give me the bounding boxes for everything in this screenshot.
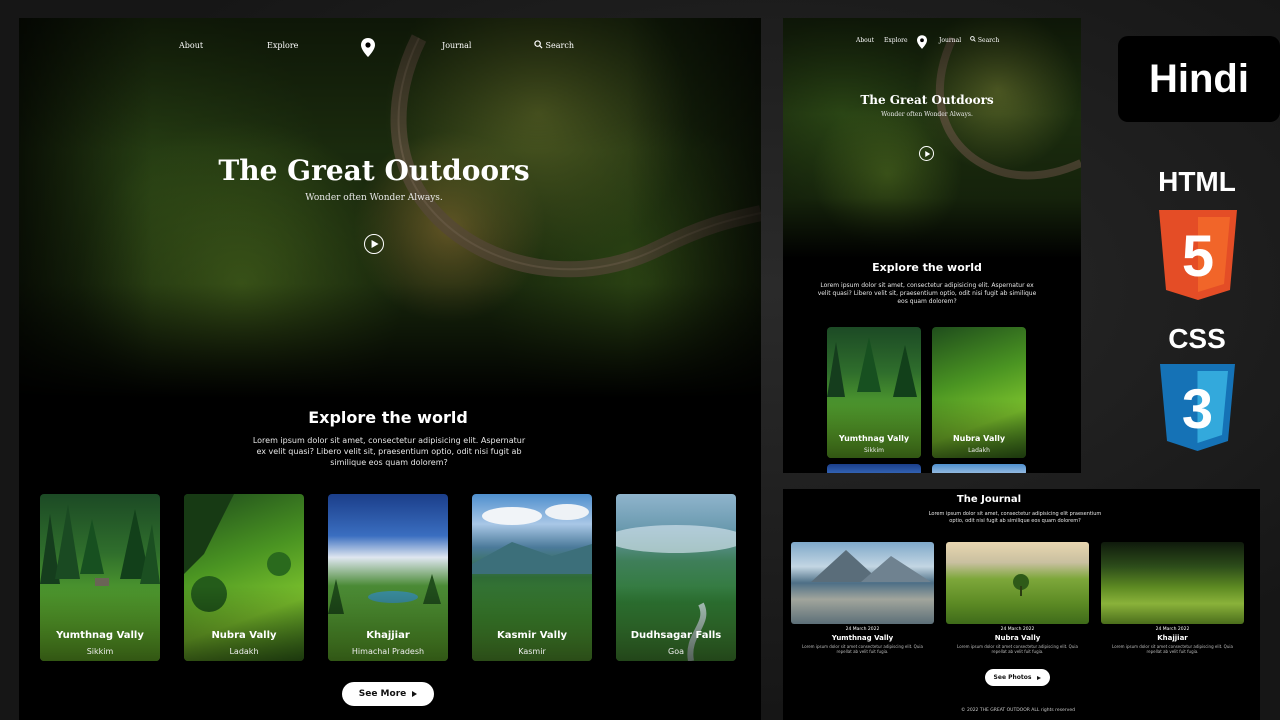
journal-image-lake-mountains[interactable]: [791, 542, 934, 624]
search-icon: [534, 40, 543, 49]
see-photos-button[interactable]: See Photos: [985, 669, 1050, 686]
see-more-label: See More: [358, 689, 407, 699]
card-location: Ladakh: [968, 447, 990, 454]
hero-title: The Great Outdoors: [860, 93, 994, 107]
footer-copyright: © 2022 THE GREAT OUTDOOR ALL rights rese…: [961, 708, 1075, 713]
destination-card[interactable]: Yumthnag Vally Sikkim: [40, 494, 160, 661]
hero-title: The Great Outdoors: [218, 154, 530, 187]
journal-preview: The Journal Lorem ipsum dolor sit amet, …: [783, 489, 1260, 720]
nav-journal-link[interactable]: Journal: [442, 41, 471, 50]
journal-title: Nubra Vally: [994, 634, 1041, 642]
arrow-right-icon: [1037, 675, 1042, 680]
nav-about-link[interactable]: About: [856, 37, 874, 44]
lake-mountains-image: [811, 550, 931, 582]
destination-card[interactable]: [932, 464, 1026, 473]
nav-about-link[interactable]: About: [179, 41, 203, 50]
see-photos-label: See Photos: [993, 674, 1032, 681]
html-label: HTML: [1158, 166, 1236, 197]
html5-number: 5: [1182, 224, 1214, 289]
journal-image-rolling-meadow[interactable]: [1101, 542, 1244, 624]
card-location: Kasmir: [518, 647, 546, 656]
tree-hill-image: [1013, 574, 1029, 596]
nav-search-label: Search: [545, 41, 574, 50]
desktop-navbar: About Explore Journal Search: [19, 18, 761, 78]
card-title: Kasmir Vally: [496, 630, 568, 641]
nav-explore-link[interactable]: Explore: [267, 41, 298, 50]
card-title: Yumthnag Vally: [838, 434, 910, 443]
card-title: Nubra Vally: [952, 434, 1006, 443]
nav-explore-link[interactable]: Explore: [884, 37, 908, 44]
language-label: Hindi: [1149, 56, 1249, 101]
location-pin-logo-icon[interactable]: [361, 38, 375, 57]
card-location: Ladakh: [229, 647, 259, 656]
css3-number: 3: [1182, 377, 1213, 440]
nav-search-link[interactable]: Search: [970, 36, 999, 44]
mobile-preview: About Explore Journal Search The Great O…: [783, 18, 1081, 473]
location-pin-logo-icon[interactable]: [917, 35, 927, 49]
html5-shield-icon: 5: [1159, 210, 1237, 300]
css-label: CSS: [1168, 323, 1226, 354]
destination-card[interactable]: [827, 464, 921, 473]
journal-desc: Lorem ipsum dolor sit amet consectetur a…: [802, 644, 923, 655]
destination-card[interactable]: Dudhsagar Falls Goa: [616, 494, 736, 661]
hero-subtitle: Wonder often Wonder Always.: [881, 111, 973, 118]
explore-section-text: Lorem ipsum dolor sit amet, consectetur …: [252, 436, 526, 467]
nav-search-label: Search: [977, 37, 1000, 44]
destination-card[interactable]: Nubra Vally Ladakh: [184, 494, 304, 661]
destination-card[interactable]: Khajjiar Himachal Pradesh: [328, 494, 448, 661]
journal-desc: Lorem ipsum dolor sit amet consectetur a…: [957, 644, 1078, 655]
destination-card[interactable]: Yumthnag Vally Sikkim: [827, 327, 921, 458]
hindi-language-badge: Hindi: [1118, 36, 1280, 122]
card-location: Sikkim: [864, 447, 884, 454]
card-location: Sikkim: [86, 647, 114, 656]
destination-card[interactable]: Kasmir Vally Kasmir: [472, 494, 592, 661]
search-icon: [970, 36, 976, 42]
journal-title: Khajjiar: [1157, 634, 1188, 642]
explore-section-text: Lorem ipsum dolor sit amet, consectetur …: [817, 282, 1037, 306]
journal-section-title: The Journal: [956, 494, 1022, 505]
explore-section-title: Explore the world: [308, 408, 468, 427]
journal-image-green-hills[interactable]: [946, 542, 1089, 624]
arrow-right-icon: [412, 691, 418, 697]
card-location: Goa: [668, 647, 684, 656]
nav-search-link[interactable]: Search: [534, 40, 574, 50]
desktop-preview: About Explore Journal Search The Great O…: [19, 18, 761, 720]
see-more-button[interactable]: See More: [342, 682, 434, 706]
card-title: Dudhsagar Falls: [630, 630, 722, 641]
card-title: Yumthnag Vally: [56, 630, 144, 641]
play-video-button[interactable]: [919, 146, 934, 161]
card-title: Nubra Vally: [211, 630, 277, 641]
card-title: Khajjiar: [366, 630, 410, 641]
mobile-navbar: About Explore Journal Search: [783, 18, 1081, 58]
destination-card[interactable]: Nubra Vally Ladakh: [932, 327, 1026, 458]
journal-date: 24 March 2022: [1155, 627, 1190, 632]
card-location: Himachal Pradesh: [351, 647, 425, 656]
css3-shield-icon: 3: [1160, 364, 1235, 451]
nav-journal-link[interactable]: Journal: [939, 37, 961, 44]
hero-subtitle: Wonder often Wonder Always.: [305, 193, 443, 203]
journal-title: Yumthnag Vally: [831, 634, 894, 642]
journal-date: 24 March 2022: [845, 627, 880, 632]
journal-desc: Lorem ipsum dolor sit amet consectetur a…: [1112, 644, 1233, 655]
explore-section-title: Explore the world: [872, 261, 982, 274]
journal-date: 24 March 2022: [1000, 627, 1035, 632]
play-video-button[interactable]: [364, 234, 384, 254]
journal-section-text: Lorem ipsum dolor sit amet, consectetur …: [928, 511, 1102, 524]
